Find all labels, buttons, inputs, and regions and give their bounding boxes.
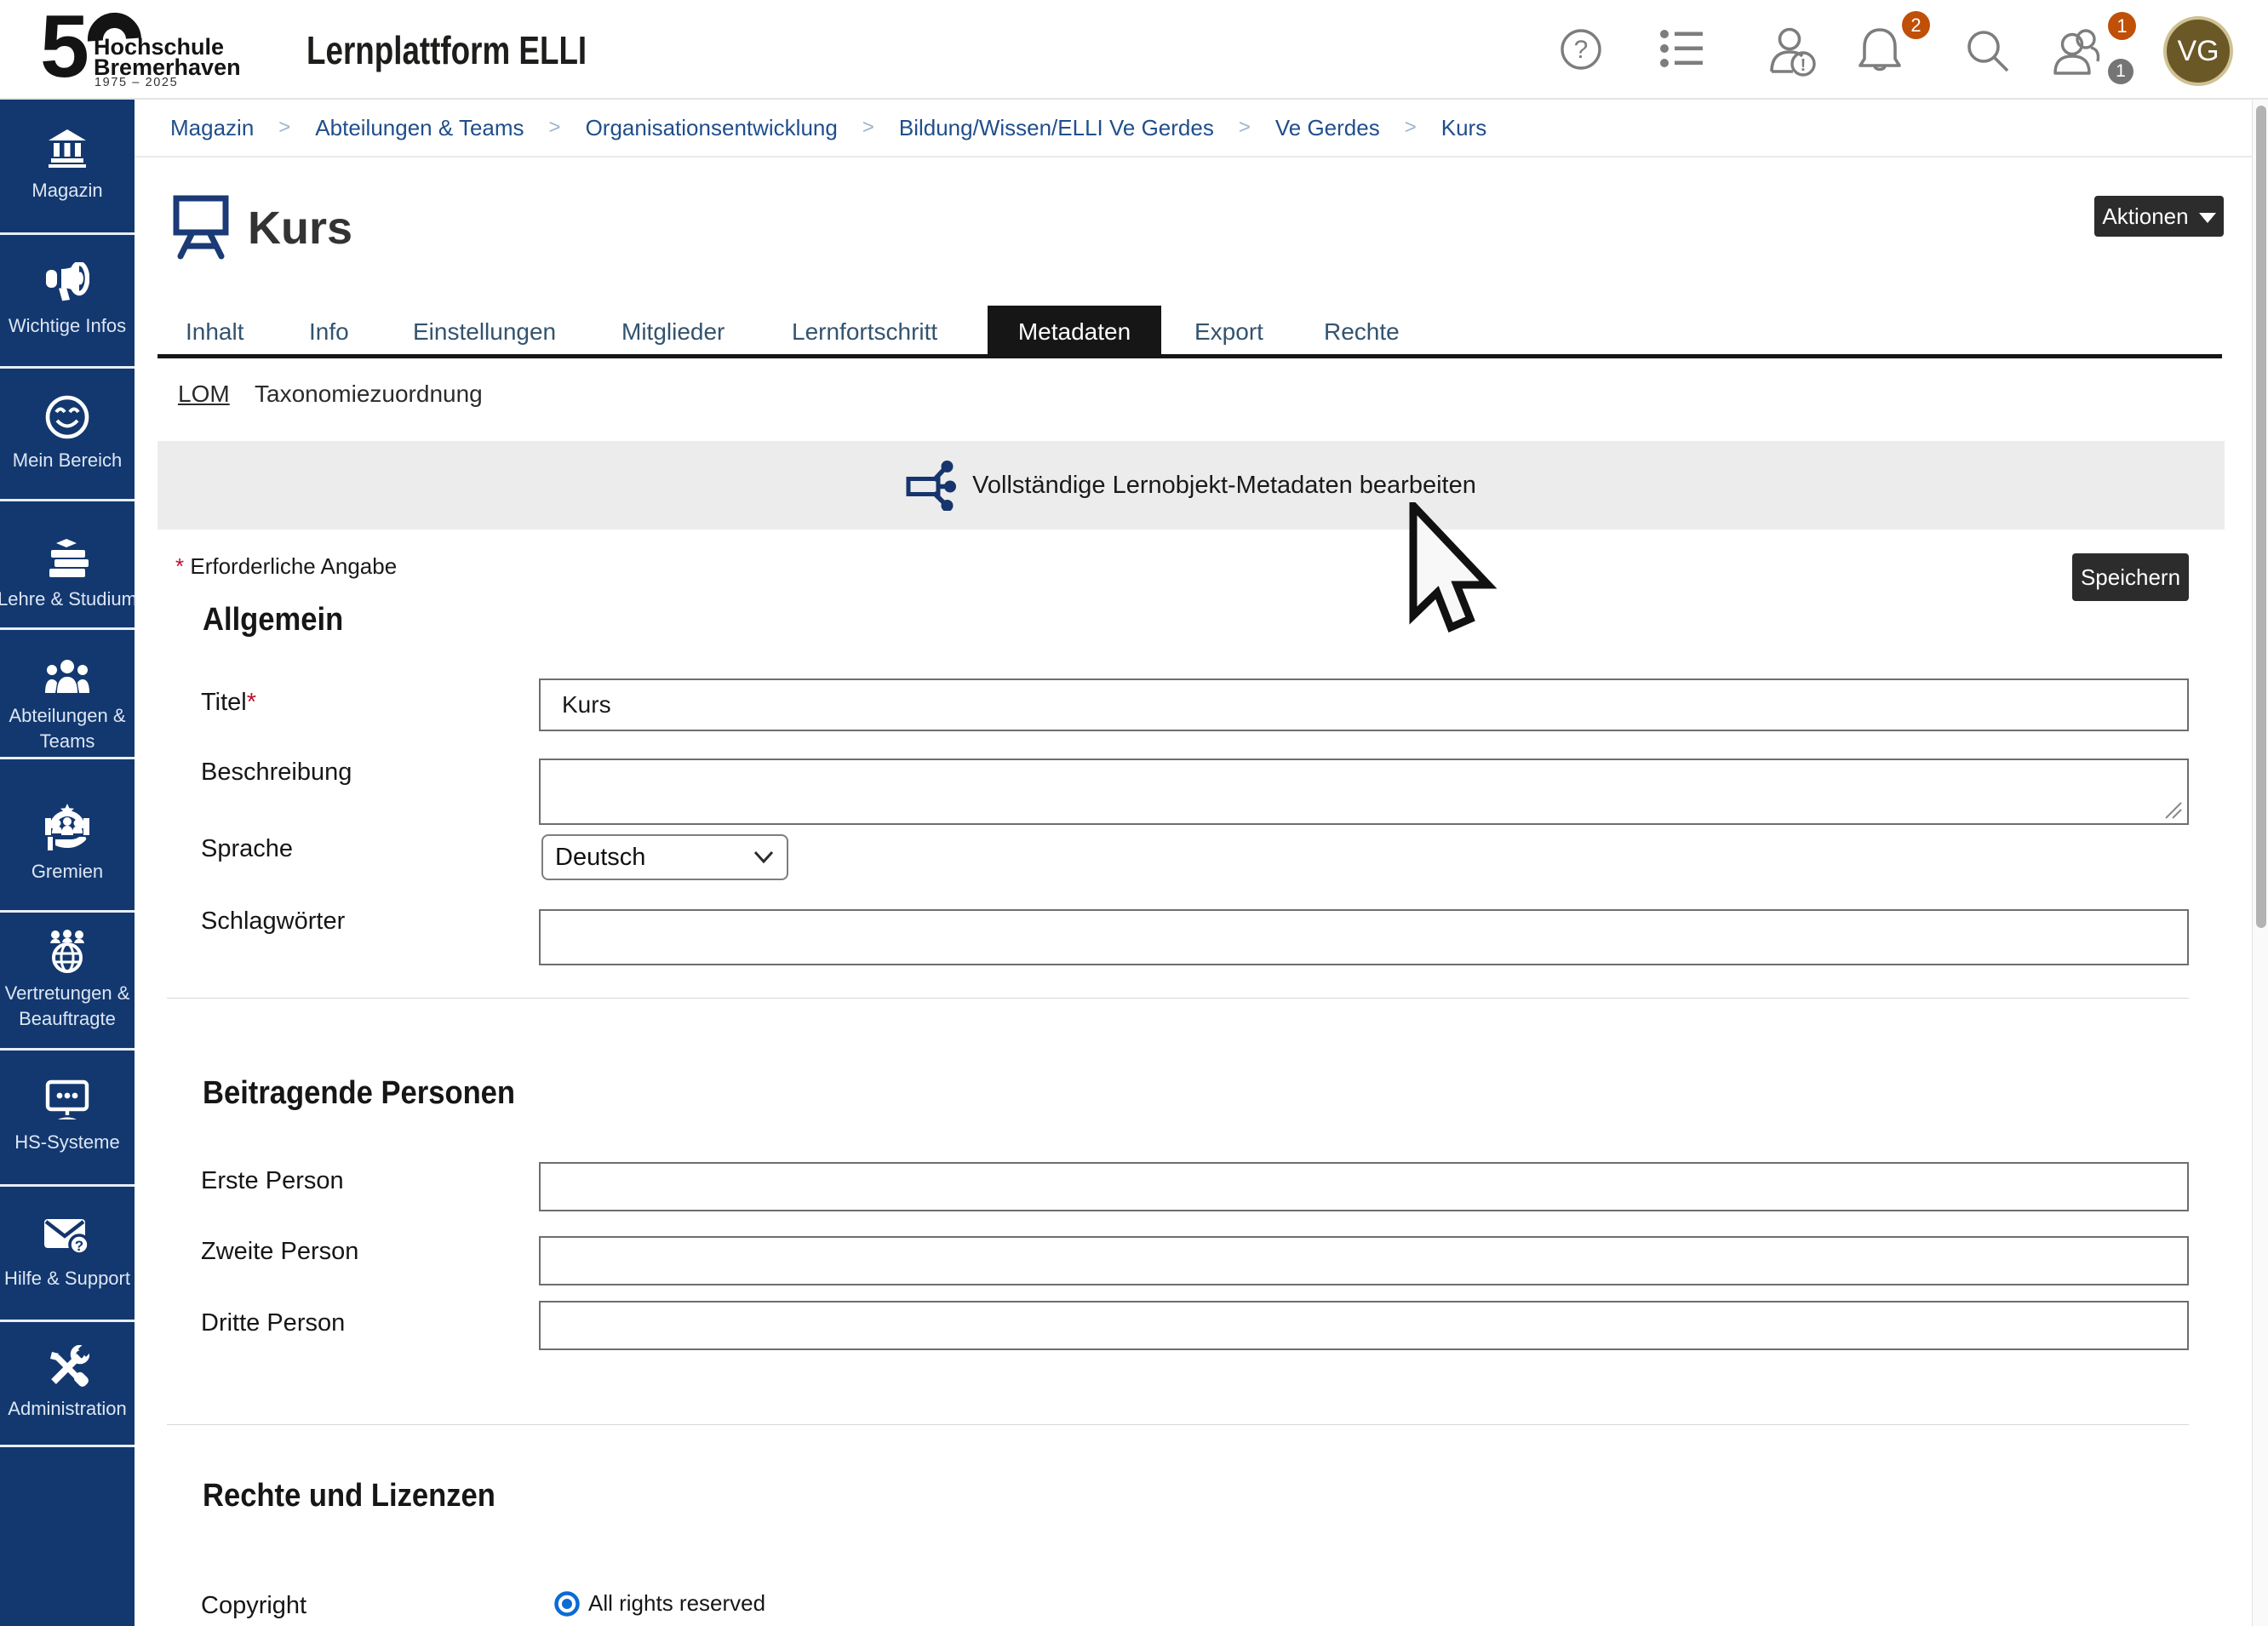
svg-text:!: ! (1801, 56, 1807, 75)
svg-text:?: ? (75, 1238, 83, 1254)
svg-text:5: 5 (40, 2, 89, 91)
svg-text:?: ? (1574, 36, 1589, 64)
svg-text:1975 – 2025: 1975 – 2025 (94, 76, 178, 89)
